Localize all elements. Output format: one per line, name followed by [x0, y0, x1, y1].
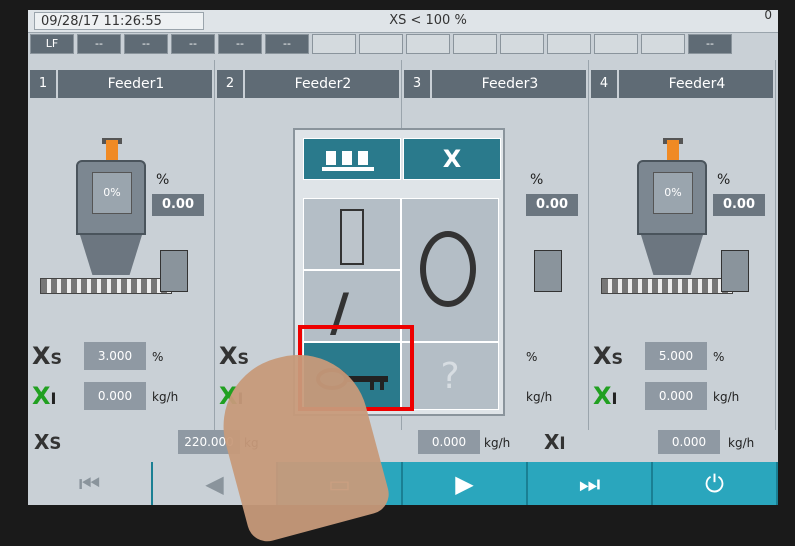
xi-label: XI: [593, 382, 618, 410]
feeder-output-value: 0.00: [713, 194, 765, 216]
power-io-icon: ⏻: [705, 469, 724, 498]
refill-icon: %: [530, 172, 544, 188]
feeder-header: 2 Feeder2: [217, 70, 399, 98]
status-cell-lf[interactable]: LF: [30, 34, 74, 54]
help-button[interactable]: ?: [401, 342, 499, 410]
feeder-number: 4: [591, 70, 619, 98]
back-arrow-icon: ◀: [205, 469, 224, 498]
datetime-display: 09/28/17 11:26:55: [34, 12, 204, 30]
xs-unit: %: [526, 350, 538, 364]
feeder-motor: [160, 250, 188, 292]
xi-value-field[interactable]: 0.000: [84, 382, 146, 410]
bottom-toolbar: ⏮ ◀ ▭ ▶ ⏭ ⏻: [28, 462, 778, 505]
status-cell[interactable]: [641, 34, 685, 54]
feeder-hopper: 0%: [76, 160, 146, 235]
skip-back-icon: ⏮: [78, 469, 101, 498]
feeder-panel-4[interactable]: 4 Feeder4 0% % 0.00 XS 5.000 % XI 0.000 …: [589, 60, 776, 430]
skip-forward-icon: ⏭: [578, 469, 601, 498]
feeder-funnel: [641, 235, 703, 275]
feeder-panel-1[interactable]: 1 Feeder1 0% % 0.00 XS 3.000 % XI 0.000 …: [28, 60, 215, 430]
xs-label: XS: [32, 342, 63, 370]
stop-button[interactable]: [401, 198, 499, 342]
feeder-name: Feeder2: [294, 76, 352, 92]
feeder-number: 2: [217, 70, 245, 98]
xi-unit: kg/h: [152, 390, 179, 404]
top-status-bar: 09/28/17 11:26:55 XS < 100 % 0: [28, 10, 778, 33]
feeder-select-button[interactable]: [303, 138, 401, 180]
feeder-name: Feeder3: [481, 76, 539, 92]
status-cell[interactable]: [359, 34, 403, 54]
total-xi-value[interactable]: 0.000: [658, 430, 720, 454]
refill-icon: %: [156, 172, 170, 188]
status-cell[interactable]: --: [218, 34, 262, 54]
status-indicator-row: LF -- -- -- -- -- --: [28, 34, 778, 56]
feeder-inlet: [106, 140, 118, 162]
total-mid-value[interactable]: 0.000: [418, 430, 480, 454]
status-cell[interactable]: [406, 34, 450, 54]
status-cell[interactable]: --: [171, 34, 215, 54]
total-mid-unit: kg/h: [484, 436, 511, 450]
corner-indicator: 0: [764, 10, 772, 22]
feeder-hopper: 0%: [637, 160, 707, 235]
xi-unit: kg/h: [526, 390, 553, 404]
feeder-screw: [40, 278, 172, 294]
xi-unit: kg/h: [713, 390, 740, 404]
system-button[interactable]: ⏻: [653, 462, 778, 505]
total-row: XS 220.000 kg 0.000 kg/h XI 0.000 kg/h: [28, 428, 778, 458]
feeder-motor: [534, 250, 562, 292]
feeder-header: 3 Feeder3: [404, 70, 586, 98]
hopper-level: 0%: [653, 172, 693, 214]
feeder-inlet: [667, 140, 679, 162]
xi-label: XI: [32, 382, 57, 410]
feeder-number: 3: [404, 70, 432, 98]
feeder-name: Feeder1: [107, 76, 165, 92]
xs-setpoint-field[interactable]: 5.000: [645, 342, 707, 370]
start-button[interactable]: [303, 198, 401, 270]
help-icon: ?: [440, 356, 460, 397]
xi-value-field[interactable]: 0.000: [645, 382, 707, 410]
status-cell[interactable]: --: [124, 34, 168, 54]
status-cell[interactable]: [594, 34, 638, 54]
next-button[interactable]: ▶: [403, 462, 528, 505]
status-cell[interactable]: [547, 34, 591, 54]
total-xi-label: XI: [544, 430, 566, 454]
xs-setpoint-field[interactable]: 3.000: [84, 342, 146, 370]
xs-unit: %: [713, 350, 725, 364]
feeder-motor: [721, 250, 749, 292]
total-xs-label: XS: [34, 430, 62, 454]
feeder-screw: [601, 278, 733, 294]
status-cell[interactable]: --: [77, 34, 121, 54]
status-cell[interactable]: [453, 34, 497, 54]
play-icon: ▶: [455, 469, 474, 498]
feeder-name: Feeder4: [668, 76, 726, 92]
hopper-level: 0%: [92, 172, 132, 214]
feeder-header: 1 Feeder1: [30, 70, 212, 98]
feeder-output-value: 0.00: [152, 194, 204, 216]
status-cell[interactable]: --: [688, 34, 732, 54]
xs-label: XS: [593, 342, 624, 370]
stop-o-icon: [420, 231, 476, 307]
last-page-button[interactable]: ⏭: [528, 462, 653, 505]
first-page-button[interactable]: ⏮: [28, 462, 153, 505]
hmi-screen: 09/28/17 11:26:55 XS < 100 % 0 LF -- -- …: [28, 10, 778, 505]
status-cell[interactable]: [500, 34, 544, 54]
feeder-number: 1: [30, 70, 58, 98]
feeder-output-value: 0.00: [526, 194, 578, 216]
start-i-icon: [340, 209, 364, 265]
feeders-icon: [322, 151, 374, 171]
status-cell[interactable]: --: [265, 34, 309, 54]
total-xi-unit: kg/h: [728, 436, 755, 450]
xs-unit: %: [152, 350, 164, 364]
xs-status-text: XS < 100 %: [389, 13, 467, 28]
close-button[interactable]: X: [403, 138, 501, 180]
feeder-funnel: [80, 235, 142, 275]
status-cell[interactable]: [312, 34, 356, 54]
feeder-header: 4 Feeder4: [591, 70, 773, 98]
xs-label: XS: [219, 342, 250, 370]
refill-icon: %: [717, 172, 731, 188]
